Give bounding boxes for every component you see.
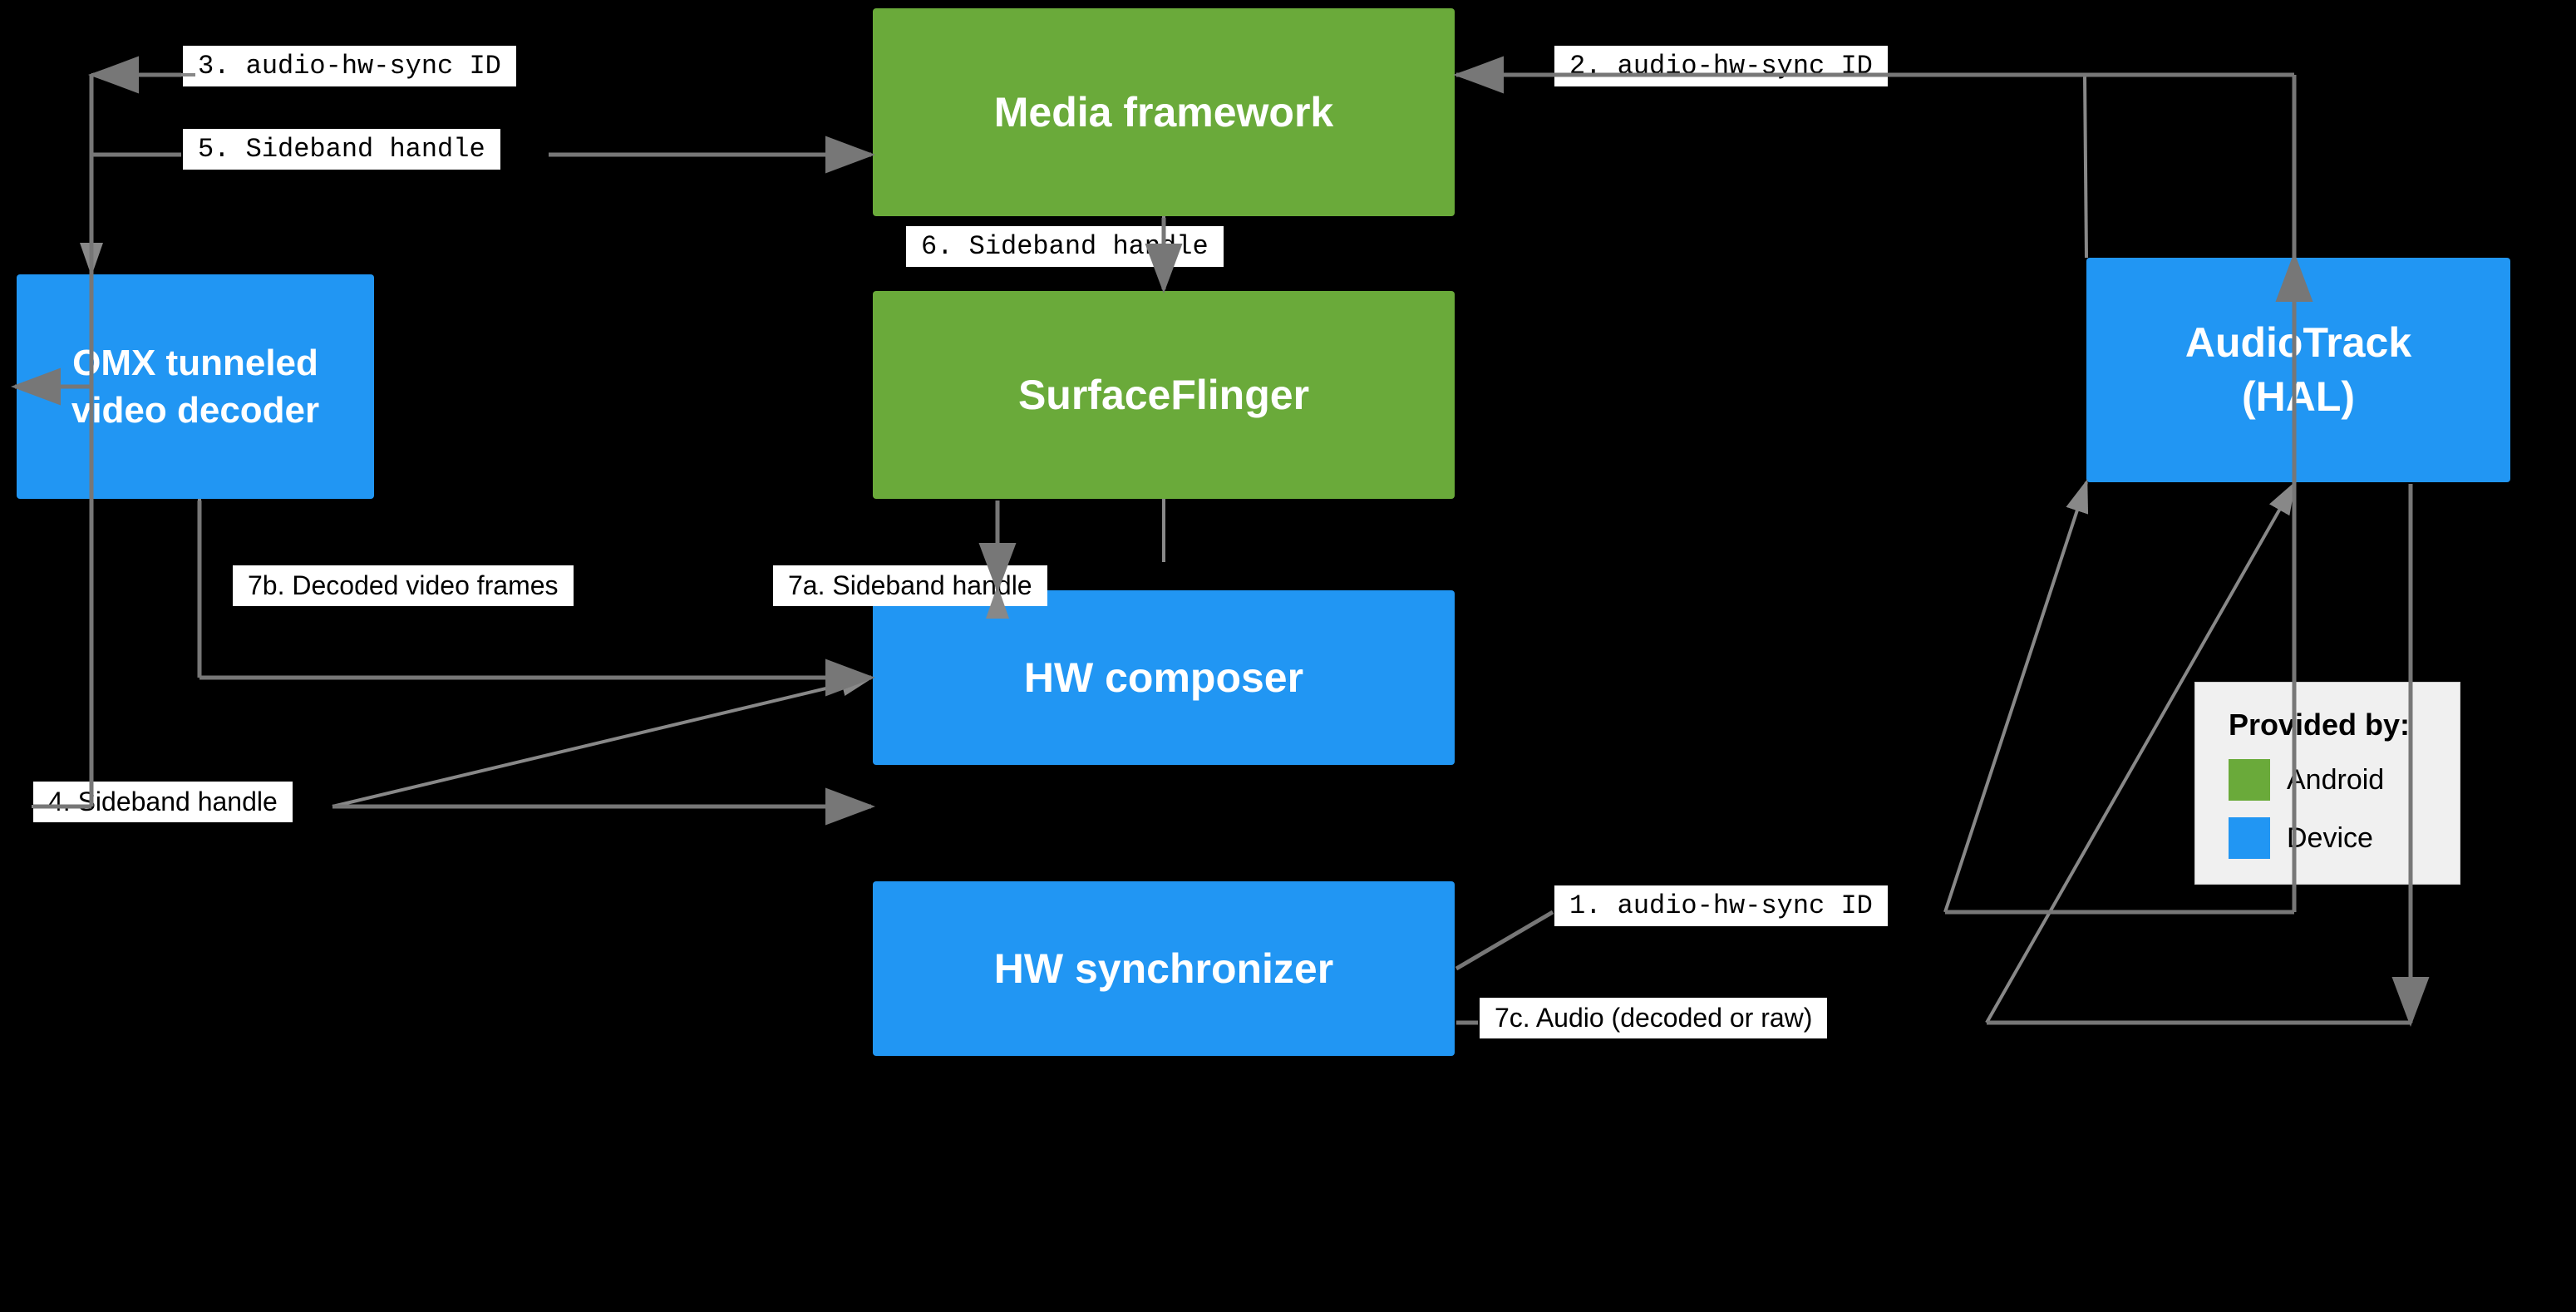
audiotrack-label: AudioTrack (HAL) — [2185, 316, 2411, 424]
label-3-audio-hw-sync: 3. audio-hw-sync ID — [183, 46, 516, 86]
label-7b-decoded: 7b. Decoded video frames — [233, 565, 574, 606]
audiotrack-block: AudioTrack (HAL) — [2086, 258, 2510, 482]
legend-android: Android — [2229, 759, 2426, 801]
label-2-audio-hw-sync: 2. audio-hw-sync ID — [1554, 46, 1888, 86]
hw-composer-label: HW composer — [1024, 654, 1303, 702]
omx-decoder-label: OMX tunneled video decoder — [71, 339, 319, 434]
media-framework-label: Media framework — [994, 88, 1333, 136]
hw-composer-block: HW composer — [873, 590, 1455, 765]
surface-flinger-block: SurfaceFlinger — [873, 291, 1455, 499]
omx-decoder-block: OMX tunneled video decoder — [17, 274, 374, 499]
hw-synchronizer-label: HW synchronizer — [994, 945, 1333, 993]
hw-synchronizer-block: HW synchronizer — [873, 881, 1455, 1056]
label-7a-sideband: 7a. Sideband handle — [773, 565, 1047, 606]
label-5-sideband: 5. Sideband handle — [183, 129, 500, 170]
legend-device: Device — [2229, 817, 2426, 859]
label-4-sideband: 4. Sideband handle — [33, 782, 293, 822]
media-framework-block: Media framework — [873, 8, 1455, 216]
label-6-sideband: 6. Sideband handle — [906, 226, 1224, 267]
surface-flinger-label: SurfaceFlinger — [1018, 371, 1309, 419]
label-1-audio-hw-sync: 1. audio-hw-sync ID — [1554, 885, 1888, 926]
legend-title: Provided by: — [2229, 708, 2426, 742]
legend: Provided by: Android Device — [2194, 682, 2460, 885]
label-7c-audio: 7c. Audio (decoded or raw) — [1480, 998, 1827, 1038]
legend-android-color — [2229, 759, 2270, 801]
legend-device-label: Device — [2287, 822, 2373, 855]
legend-device-color — [2229, 817, 2270, 859]
legend-android-label: Android — [2287, 764, 2384, 797]
